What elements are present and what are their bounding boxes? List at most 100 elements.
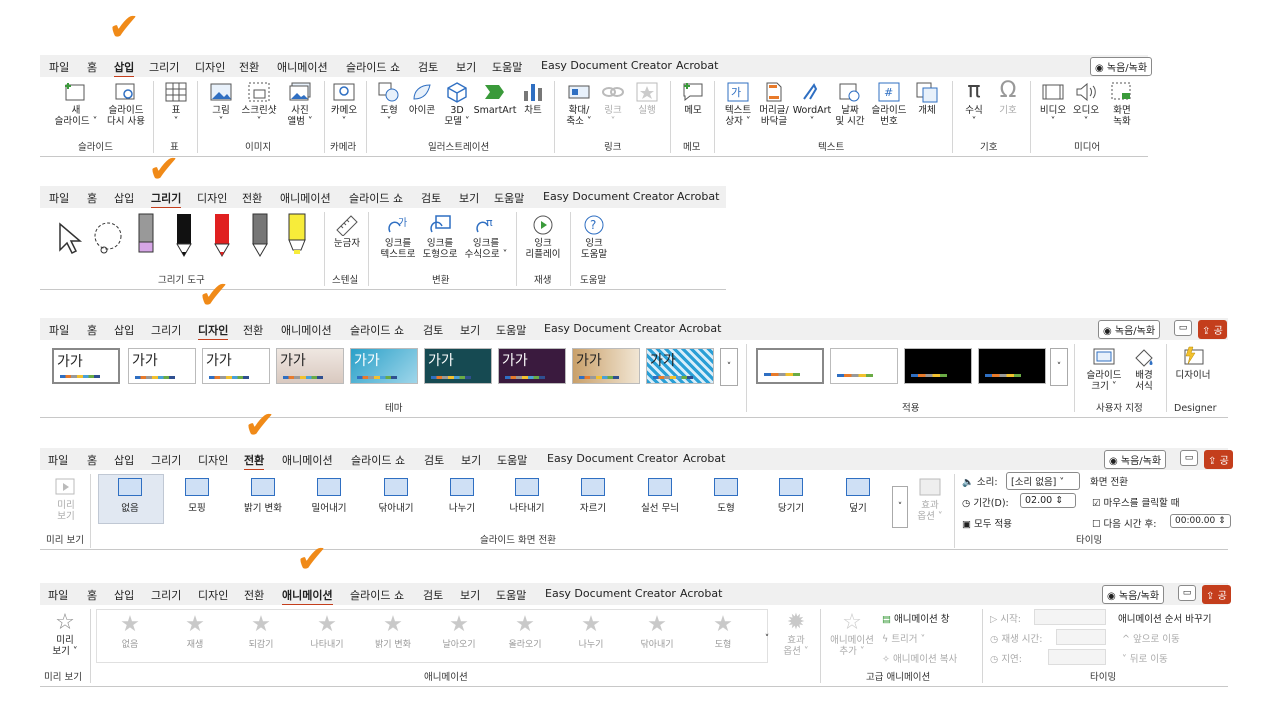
tab-transitions[interactable]: 전환 — [242, 190, 262, 206]
ruler-button[interactable]: 눈금자 — [330, 214, 364, 249]
tab-easy-doc[interactable]: Easy Document Creator — [545, 587, 676, 600]
transition-random-bars[interactable]: 실선 무늬 — [631, 476, 689, 514]
theme-6[interactable]: 가가 — [424, 348, 492, 384]
tab-transitions[interactable]: 전환 — [243, 322, 263, 338]
tab-design[interactable]: 디자인 — [198, 322, 229, 341]
tab-slideshow[interactable]: 슬라이드 쇼 — [350, 587, 404, 603]
tab-review[interactable]: 검토 — [424, 452, 444, 468]
wordart-button[interactable]: WordArt ˅ — [792, 81, 832, 127]
reuse-slides-button[interactable]: 슬라이드 다시 사용 — [100, 81, 152, 127]
tab-animations[interactable]: 애니메이션 — [277, 59, 328, 75]
tab-insert[interactable]: 삽입 — [114, 190, 134, 206]
themes-more-dropdown[interactable]: ˅ — [720, 348, 738, 386]
theme-7[interactable]: 가가 — [498, 348, 566, 384]
animation-pane-button[interactable]: ▤ 애니메이션 창 — [882, 611, 949, 625]
theme-3[interactable]: 가가 — [202, 348, 270, 384]
animation-shape[interactable]: ★ 도형 — [695, 613, 751, 651]
sound-dropdown[interactable]: [소리 없음] ˅ — [1006, 472, 1080, 490]
tab-easy-doc[interactable]: Easy Document Creator — [544, 322, 675, 335]
audio-button[interactable]: 오디오 ˅ — [1070, 81, 1102, 127]
tab-draw[interactable]: 그리기 — [151, 452, 181, 468]
after-checkbox[interactable]: ☐ 다음 시간 후: — [1092, 516, 1157, 530]
tab-easy-doc[interactable]: Easy Document Creator — [547, 452, 678, 465]
tab-home[interactable]: 홈 — [87, 322, 97, 338]
date-time-button[interactable]: 날짜 및 시간 — [832, 81, 868, 127]
transitions-more-dropdown[interactable]: ˅ — [892, 486, 908, 528]
variant-2[interactable] — [830, 348, 898, 384]
link-button[interactable]: 링크 ˅ — [598, 81, 628, 127]
tab-slideshow[interactable]: 슬라이드 쇼 — [351, 452, 405, 468]
theme-5[interactable]: 가가 — [350, 348, 418, 384]
animation-appear[interactable]: ★ 재생 — [167, 613, 223, 651]
tab-acrobat[interactable]: Acrobat — [680, 587, 722, 600]
equation-button[interactable]: π 수식 ˅ — [960, 79, 988, 128]
screen-recording-button[interactable]: 화면 녹화 — [1106, 81, 1138, 127]
tab-help[interactable]: 도움말 — [496, 322, 526, 338]
tab-file[interactable]: 파일 — [49, 190, 69, 206]
tab-transitions[interactable]: 전환 — [244, 587, 264, 603]
tab-insert[interactable]: 삽입 — [114, 587, 134, 603]
photo-album-button[interactable]: 사진 앨범 ˅ — [280, 81, 320, 127]
tab-home[interactable]: 홈 — [87, 452, 97, 468]
ink-to-text-button[interactable]: 가 잉크를 텍스트로 — [376, 214, 420, 260]
tab-easy-doc[interactable]: Easy Document Creator — [543, 190, 674, 203]
transition-reveal[interactable]: 나타내기 — [498, 476, 556, 514]
highlighter-icon[interactable] — [286, 212, 308, 258]
tab-file[interactable]: 파일 — [48, 587, 68, 603]
tab-insert[interactable]: 삽입 — [114, 322, 134, 338]
slide-number-button[interactable]: # 슬라이드 번호 — [868, 81, 910, 127]
tab-help[interactable]: 도움말 — [494, 190, 524, 206]
tab-transitions[interactable]: 전환 — [239, 59, 259, 75]
variant-4[interactable] — [978, 348, 1046, 384]
tab-animations[interactable]: 애니메이션 — [282, 452, 333, 468]
screenshot-button[interactable]: 스크린샷 ˅ — [237, 81, 281, 127]
tab-acrobat[interactable]: Acrobat — [683, 452, 725, 465]
ink-help-button[interactable]: ? 잉크 도움말 — [574, 214, 614, 260]
tab-review[interactable]: 검토 — [421, 190, 441, 206]
transition-cover[interactable]: 덮기 — [829, 476, 887, 514]
record-button[interactable]: ◉ 녹음/녹화 — [1102, 585, 1165, 604]
add-animation-button[interactable]: ☆ 애니메이션 추가 ˅ — [824, 611, 880, 658]
delay-spinner[interactable] — [1048, 649, 1106, 665]
textbox-button[interactable]: 가 텍스트 상자 ˅ — [720, 81, 756, 127]
tab-home[interactable]: 홈 — [87, 190, 97, 206]
animation-split[interactable]: ★ 나누기 — [563, 613, 619, 651]
duration-spinner[interactable]: 02.00 ⇕ — [1020, 493, 1076, 508]
transition-none[interactable]: 없음 — [101, 476, 159, 514]
animation-wipe[interactable]: ★ 닦아내기 — [629, 613, 685, 651]
comment-icon[interactable]: ▭ — [1180, 450, 1198, 466]
header-footer-button[interactable]: 머리글/ 바닥글 — [756, 81, 792, 127]
after-time-spinner[interactable]: 00:00.00 ⇕ — [1170, 514, 1231, 528]
variant-1[interactable] — [756, 348, 824, 384]
tab-acrobat[interactable]: Acrobat — [679, 322, 721, 335]
record-button[interactable]: ◉ 녹음/녹화 — [1098, 320, 1161, 339]
action-button[interactable]: 실행 — [632, 81, 662, 116]
share-button[interactable]: ⇪ 공 — [1202, 585, 1231, 604]
chart-button[interactable]: 차트 — [518, 81, 548, 116]
tab-help[interactable]: 도움말 — [496, 587, 526, 603]
tab-help[interactable]: 도움말 — [492, 59, 522, 75]
pencil-icon[interactable] — [250, 212, 270, 258]
tab-help[interactable]: 도움말 — [497, 452, 527, 468]
tab-design[interactable]: 디자인 — [198, 452, 228, 468]
transition-push[interactable]: 밀어내기 — [300, 476, 358, 514]
comment-button[interactable]: 메모 — [678, 81, 708, 116]
preview-button[interactable]: 미리 보기 — [50, 476, 82, 522]
share-button[interactable]: ⇪ 공 — [1204, 450, 1233, 469]
ink-to-shape-button[interactable]: 잉크를 도형으로 — [418, 214, 462, 260]
video-button[interactable]: 비디오 ˅ — [1038, 81, 1068, 127]
tab-review[interactable]: 검토 — [423, 322, 443, 338]
duration-spinner[interactable] — [1056, 629, 1106, 645]
theme-2[interactable]: 가가 — [128, 348, 196, 384]
tab-file[interactable]: 파일 — [49, 59, 69, 75]
apply-all-button[interactable]: ▣ 모두 적용 — [962, 516, 1012, 530]
tab-animations[interactable]: 애니메이션 — [281, 322, 332, 338]
tab-review[interactable]: 검토 — [418, 59, 438, 75]
animation-rewind[interactable]: ★ 되감기 — [233, 613, 289, 651]
tab-view[interactable]: 보기 — [456, 59, 476, 75]
tab-view[interactable]: 보기 — [461, 452, 481, 468]
tab-review[interactable]: 검토 — [423, 587, 443, 603]
move-earlier-button[interactable]: ^ 앞으로 이동 — [1122, 631, 1180, 645]
tab-slideshow[interactable]: 슬라이드 쇼 — [349, 190, 403, 206]
shapes-button[interactable]: 도형 ˅ — [374, 81, 404, 127]
